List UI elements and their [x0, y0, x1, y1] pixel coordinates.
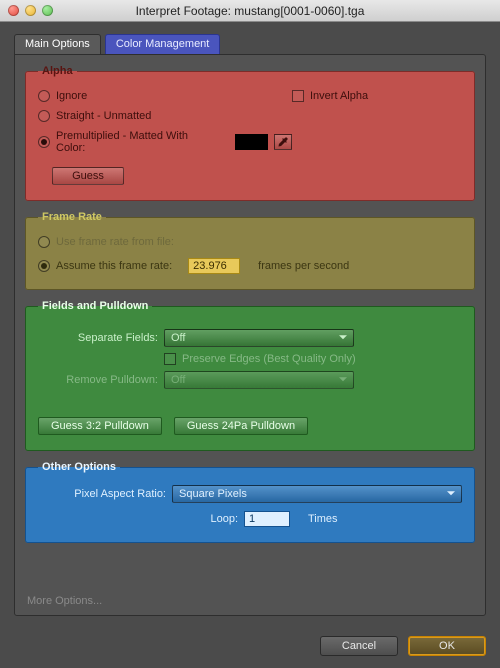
remove-pulldown-select: Off	[164, 371, 354, 389]
interpret-footage-dialog: Interpret Footage: mustang[0001-0060].tg…	[0, 0, 500, 668]
par-select[interactable]: Square Pixels	[172, 485, 462, 503]
dialog-content: Main Options Color Management Alpha Igno…	[0, 22, 500, 626]
tab-bar: Main Options Color Management	[14, 34, 486, 54]
main-options-panel: Alpha Ignore Straight - Unmatted	[14, 54, 486, 616]
framerate-group: Frame Rate Use frame rate from file: Ass…	[25, 211, 475, 290]
separate-fields-value: Off	[171, 332, 185, 344]
alpha-ignore-radio[interactable]	[38, 90, 50, 102]
remove-pulldown-label: Remove Pulldown:	[38, 374, 158, 386]
other-options-group: Other Options Pixel Aspect Ratio: Square…	[25, 461, 475, 543]
other-legend: Other Options	[38, 461, 120, 473]
alpha-guess-button[interactable]: Guess	[52, 167, 124, 185]
titlebar: Interpret Footage: mustang[0001-0060].tg…	[0, 0, 500, 22]
framerate-input[interactable]: 23.976	[188, 258, 240, 274]
eyedropper-icon[interactable]	[274, 134, 292, 150]
alpha-straight-radio[interactable]	[38, 110, 50, 122]
loop-units: Times	[308, 513, 338, 525]
dialog-footer: Cancel OK	[0, 626, 500, 668]
window-title: Interpret Footage: mustang[0001-0060].tg…	[0, 4, 500, 18]
tab-color-management[interactable]: Color Management	[105, 34, 221, 54]
fields-legend: Fields and Pulldown	[38, 300, 152, 312]
alpha-premult-label: Premultiplied - Matted With Color:	[56, 130, 217, 154]
tab-main-options[interactable]: Main Options	[14, 34, 101, 54]
framerate-file-label: Use frame rate from file:	[56, 236, 174, 248]
alpha-straight-label: Straight - Unmatted	[56, 110, 151, 122]
ok-button[interactable]: OK	[408, 636, 486, 656]
invert-alpha-label: Invert Alpha	[310, 90, 368, 102]
par-label: Pixel Aspect Ratio:	[38, 488, 166, 500]
remove-pulldown-value: Off	[171, 374, 185, 386]
framerate-assume-label: Assume this frame rate:	[56, 260, 172, 272]
alpha-premult-radio[interactable]	[38, 136, 50, 148]
guess-24pa-button[interactable]: Guess 24Pa Pulldown	[174, 417, 308, 435]
more-options-button: More Options...	[25, 591, 475, 607]
loop-label: Loop:	[172, 513, 238, 525]
framerate-legend: Frame Rate	[38, 211, 106, 223]
separate-fields-select[interactable]: Off	[164, 329, 354, 347]
par-value: Square Pixels	[179, 488, 247, 500]
alpha-color-swatch[interactable]	[235, 134, 268, 150]
cancel-button[interactable]: Cancel	[320, 636, 398, 656]
loop-input[interactable]: 1	[244, 511, 290, 527]
guess-32-button[interactable]: Guess 3:2 Pulldown	[38, 417, 162, 435]
fields-pulldown-group: Fields and Pulldown Separate Fields: Off…	[25, 300, 475, 451]
alpha-legend: Alpha	[38, 65, 77, 77]
preserve-edges-checkbox	[164, 353, 176, 365]
alpha-group: Alpha Ignore Straight - Unmatted	[25, 65, 475, 201]
alpha-ignore-label: Ignore	[56, 90, 87, 102]
separate-fields-label: Separate Fields:	[38, 332, 158, 344]
framerate-units: frames per second	[258, 260, 349, 272]
preserve-edges-label: Preserve Edges (Best Quality Only)	[182, 353, 356, 365]
invert-alpha-checkbox[interactable]	[292, 90, 304, 102]
framerate-assume-radio[interactable]	[38, 260, 50, 272]
framerate-file-radio	[38, 236, 50, 248]
